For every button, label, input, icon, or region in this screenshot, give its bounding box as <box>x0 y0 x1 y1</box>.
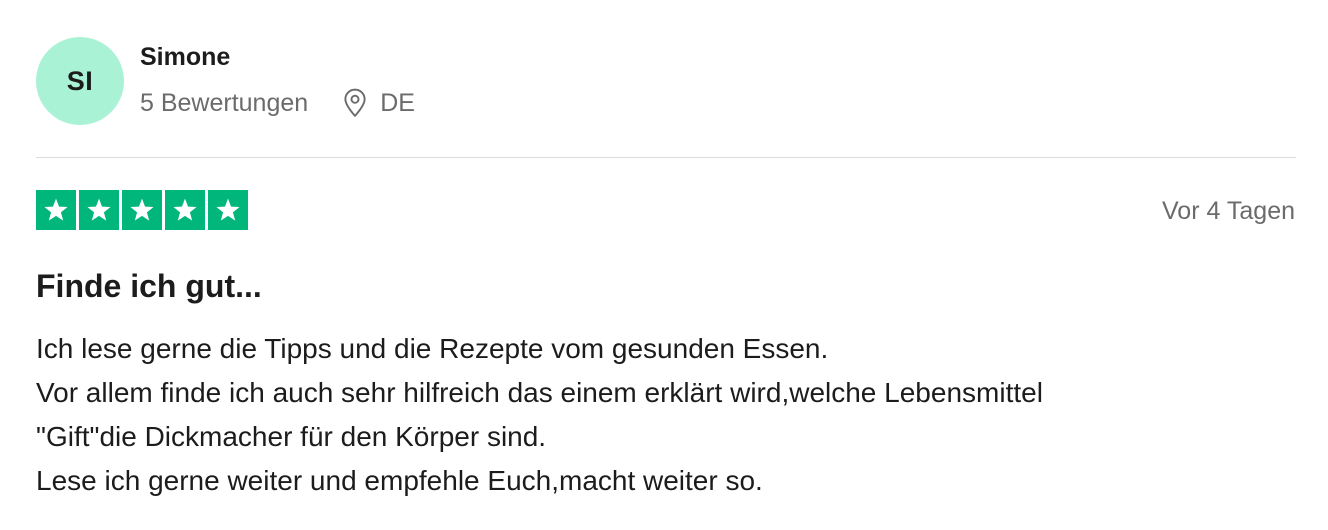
star-rating <box>36 190 248 230</box>
review-count: 5 Bewertungen <box>140 89 309 117</box>
review-body-line: Vor allem finde ich auch sehr hilfreich … <box>36 377 1043 408</box>
avatar[interactable]: SI <box>36 37 124 125</box>
review-body-line: Lese ich gerne weiter und empfehle Euch,… <box>36 465 763 496</box>
reviewer-country: DE <box>380 89 415 117</box>
star-icon <box>208 190 248 230</box>
avatar-initials: SI <box>66 65 94 96</box>
star-icon <box>122 190 162 230</box>
star-icon <box>165 190 205 230</box>
star-icon <box>36 190 76 230</box>
review-body-line: Ich lese gerne die Tipps und die Rezepte… <box>36 333 829 364</box>
review-date: Vor 4 Tagen <box>1162 197 1295 225</box>
star-icon <box>79 190 119 230</box>
review-title: Finde ich gut... <box>36 268 262 304</box>
reviewer-location: DE <box>342 86 415 120</box>
divider <box>36 157 1296 158</box>
reviewer-meta: 5 Bewertungen DE <box>140 86 415 120</box>
location-pin-icon <box>342 88 368 118</box>
review-card: SI Simone 5 Bewertungen DE Vor 4 Tagen F… <box>0 0 1328 530</box>
review-body: Ich lese gerne die Tipps und die Rezepte… <box>36 327 1286 503</box>
review-body-line: "Gift"die Dickmacher für den Körper sind… <box>36 421 547 452</box>
reviewer-name[interactable]: Simone <box>140 42 230 72</box>
